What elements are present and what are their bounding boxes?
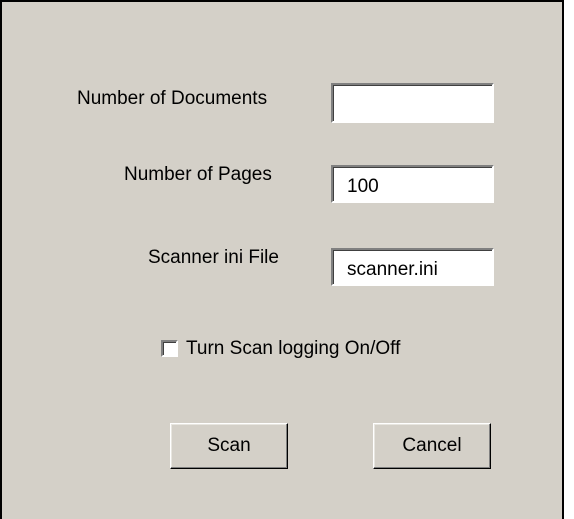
logging-label[interactable]: Turn Scan logging On/Off (186, 338, 400, 360)
ini-file-input[interactable] (331, 248, 494, 286)
pages-label: Number of Pages (124, 164, 272, 185)
scan-button[interactable]: Scan (170, 423, 288, 469)
ini-file-label: Scanner ini File (148, 247, 279, 268)
documents-label: Number of Documents (77, 88, 268, 109)
documents-input[interactable] (331, 83, 494, 123)
scan-settings-dialog: Number of Documents Number of Pages Scan… (0, 0, 564, 519)
logging-checkbox[interactable] (161, 340, 178, 357)
pages-input[interactable] (331, 165, 494, 203)
cancel-button[interactable]: Cancel (373, 423, 491, 469)
